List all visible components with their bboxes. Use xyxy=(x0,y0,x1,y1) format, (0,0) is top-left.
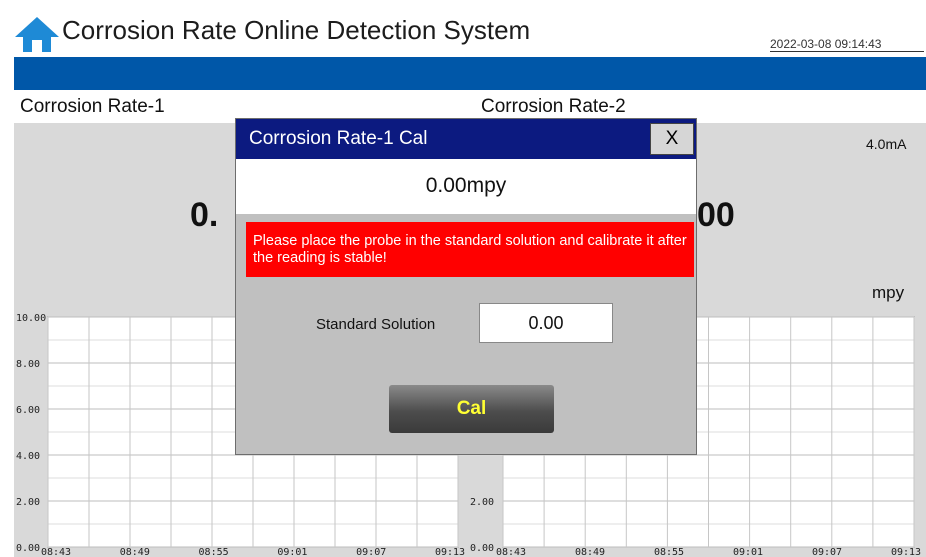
x-tick-label: 08:43 xyxy=(41,547,71,557)
y-tick-label: 0.00 xyxy=(470,543,494,554)
x-tick-label: 09:01 xyxy=(277,547,307,557)
datetime-display: 2022-03-08 09:14:43 xyxy=(770,37,924,52)
y-tick-label: 2.00 xyxy=(16,497,40,508)
panel-2-value: 00 xyxy=(697,196,735,234)
panel-2-unit: mpy xyxy=(872,283,905,302)
calibration-dialog: Corrosion Rate-1 Cal X 0.00mpy Please pl… xyxy=(235,118,697,455)
x-tick-label: 08:43 xyxy=(496,547,526,557)
panel-2-current: 4.0mA xyxy=(866,136,907,152)
x-tick-label: 09:01 xyxy=(733,547,763,557)
x-tick-label: 09:13 xyxy=(435,547,465,557)
warning-message: Please place the probe in the standard s… xyxy=(246,222,694,277)
close-button[interactable]: X xyxy=(650,123,694,155)
y-tick-label: 0.00 xyxy=(16,543,40,554)
y-tick-label: 2.00 xyxy=(470,497,494,508)
standard-solution-label: Standard Solution xyxy=(316,316,436,333)
dialog-title: Corrosion Rate-1 Cal xyxy=(249,128,428,149)
cal-button[interactable]: Cal xyxy=(389,385,554,433)
y-tick-label: 6.00 xyxy=(16,405,40,416)
dialog-reading: 0.00mpy xyxy=(425,174,507,197)
panel-1-value: 0. xyxy=(190,196,219,234)
x-tick-label: 08:49 xyxy=(575,547,605,557)
home-icon[interactable] xyxy=(14,14,60,54)
x-tick-label: 08:55 xyxy=(654,547,684,557)
y-tick-label: 4.00 xyxy=(16,451,40,462)
x-tick-label: 08:49 xyxy=(120,547,150,557)
x-tick-label: 08:55 xyxy=(199,547,229,557)
x-tick-label: 09:07 xyxy=(356,547,386,557)
app-title: Corrosion Rate Online Detection System xyxy=(62,15,531,45)
standard-solution-input[interactable]: 0.00 xyxy=(479,303,613,343)
x-tick-label: 09:13 xyxy=(891,547,921,557)
header-bar xyxy=(14,57,926,90)
panel-1-title: Corrosion Rate-1 xyxy=(20,96,165,117)
y-tick-label: 10.00 xyxy=(16,313,46,324)
y-tick-label: 8.00 xyxy=(16,359,40,370)
x-tick-label: 09:07 xyxy=(812,547,842,557)
panel-2-title: Corrosion Rate-2 xyxy=(481,96,626,117)
